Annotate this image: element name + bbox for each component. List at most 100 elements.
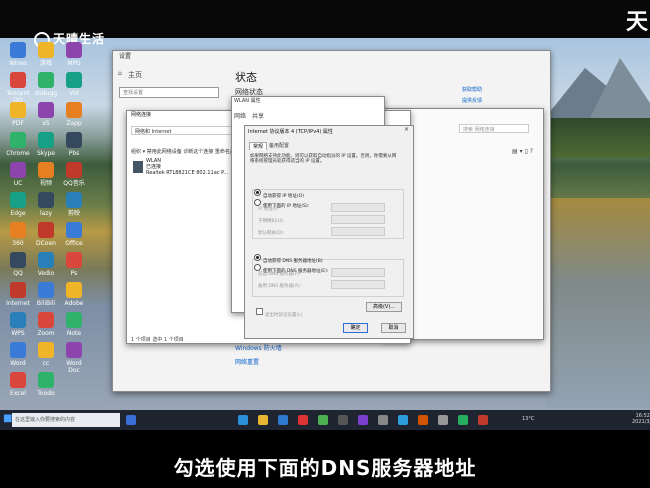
taskbar-clock[interactable]: 16:522021/3/2	[632, 413, 650, 425]
desktop-icon[interactable]: cc	[32, 342, 60, 367]
desktop-icon[interactable]: Word Doc	[60, 342, 88, 374]
desktop-icon[interactable]: Pbs	[60, 132, 88, 157]
cancel-button[interactable]: 取消	[381, 323, 406, 333]
app-icon[interactable]	[318, 415, 328, 425]
desktop-app-icon[interactable]	[10, 42, 26, 58]
wifi-adapter-icon[interactable]	[133, 161, 143, 173]
weather-temperature[interactable]: 13°C	[522, 416, 534, 422]
desktop-icon[interactable]: BiliBili	[32, 282, 60, 307]
desktop-icon[interactable]: MPG	[60, 42, 88, 67]
desktop-icon[interactable]: UC	[4, 162, 32, 187]
desktop-app-icon[interactable]	[10, 252, 26, 268]
desktop-app-icon[interactable]	[66, 72, 82, 88]
desktop-app-icon[interactable]	[38, 132, 54, 148]
desktop-app-icon[interactable]	[10, 192, 26, 208]
settings-home-label[interactable]: 主页	[128, 70, 142, 80]
desktop-icon[interactable]: PDF	[4, 102, 32, 127]
desktop-icon[interactable]: lazy	[32, 192, 60, 217]
store-icon[interactable]	[278, 415, 288, 425]
desktop-app-icon[interactable]	[66, 132, 82, 148]
desktop-app-icon[interactable]	[66, 192, 82, 208]
taskbar-search-input[interactable]: 在这里输入你要搜索的内容	[12, 413, 120, 427]
network-icon[interactable]	[338, 415, 348, 425]
desktop-app-icon[interactable]	[66, 42, 82, 58]
windows-firewall-link[interactable]: Windows 防火墙	[235, 343, 282, 352]
network-toolbar[interactable]: 组织 ▾ 禁用此网络设备 诊断这个连接 重命名此连接	[131, 148, 245, 155]
desktop-icon[interactable]: x5	[32, 102, 60, 127]
desktop-icon[interactable]: Skype	[32, 132, 60, 157]
app-icon[interactable]	[458, 415, 468, 425]
desktop-icon[interactable]: Excel	[4, 372, 32, 397]
subnet-mask-field[interactable]	[331, 215, 385, 224]
desktop-icon[interactable]: QQ	[4, 252, 32, 277]
desktop-icon[interactable]: Internet	[4, 282, 32, 307]
desktop-app-icon[interactable]	[10, 372, 26, 388]
tab-general[interactable]: 常规	[249, 142, 268, 150]
desktop-icon[interactable]: Ps	[60, 252, 88, 277]
desktop-app-icon[interactable]	[38, 282, 54, 298]
app-icon[interactable]	[398, 415, 408, 425]
desktop-app-icon[interactable]	[38, 252, 54, 268]
desktop-app-icon[interactable]	[10, 342, 26, 358]
wlan-tab-sharing[interactable]: 共享	[252, 111, 264, 120]
desktop-icon[interactable]: WPS	[4, 312, 32, 337]
checkbox-box[interactable]	[256, 308, 263, 315]
desktop-app-icon[interactable]	[38, 312, 54, 328]
desktop-app-icon[interactable]	[38, 102, 54, 118]
desktop-icon[interactable]: 视频	[32, 162, 60, 187]
wifi-adapter-item[interactable]: WLAN 已连接 Realtek RTL8821CE 802.11ac P...	[146, 158, 228, 176]
desktop-icon[interactable]: Zapp	[60, 102, 88, 127]
validate-checkbox[interactable]: 退出时验证设置(L)	[256, 301, 303, 320]
desktop-icon[interactable]: 360	[4, 222, 32, 247]
desktop-app-icon[interactable]	[10, 312, 26, 328]
desktop-app-icon[interactable]	[66, 282, 82, 298]
desktop-app-icon[interactable]	[66, 312, 82, 328]
desktop-app-icon[interactable]	[10, 222, 26, 238]
network-reset-link[interactable]: 网络重置	[235, 357, 259, 366]
ok-button[interactable]: 确定	[343, 323, 368, 333]
desktop-app-icon[interactable]	[66, 102, 82, 118]
desktop-icon[interactable]: Note	[60, 312, 88, 337]
desktop-app-icon[interactable]	[10, 132, 26, 148]
desktop-icon[interactable]: Office	[60, 222, 88, 247]
desktop-icon[interactable]: Wines	[4, 42, 32, 67]
desktop-icon[interactable]: 剪映	[60, 192, 88, 217]
radio-manual-ip-indicator[interactable]	[254, 199, 261, 206]
preferred-dns-field[interactable]	[331, 268, 385, 277]
desktop-app-icon[interactable]	[10, 162, 26, 178]
desktop-app-icon[interactable]	[10, 102, 26, 118]
desktop-app-icon[interactable]	[38, 342, 54, 358]
ip-address-field[interactable]	[331, 203, 385, 212]
app-icon[interactable]	[418, 415, 428, 425]
app-icon[interactable]	[358, 415, 368, 425]
desktop-icon[interactable]: Toodo	[32, 372, 60, 397]
desktop-icon[interactable]: DCoen	[32, 222, 60, 247]
view-options-icon[interactable]: ▤ ▾ ▯ ?	[512, 148, 533, 155]
app-icon[interactable]	[478, 415, 488, 425]
radio-manual-dns-indicator[interactable]	[254, 264, 261, 271]
get-help-link[interactable]: 获取帮助	[462, 86, 482, 93]
desktop-icon[interactable]: Chrome	[4, 132, 32, 157]
desktop-app-icon[interactable]	[66, 342, 82, 358]
desktop-app-icon[interactable]	[38, 72, 54, 88]
settings-search-input[interactable]: 查找设置	[119, 87, 219, 98]
desktop-app-icon[interactable]	[38, 192, 54, 208]
desktop-app-icon[interactable]	[38, 372, 54, 388]
desktop-app-icon[interactable]	[66, 222, 82, 238]
home-icon[interactable]: ⌂	[118, 70, 122, 77]
default-gateway-field[interactable]	[331, 227, 385, 236]
task-view-icon[interactable]	[126, 415, 136, 425]
tab-alternate-config[interactable]: 备用配置	[266, 142, 292, 149]
alternate-dns-field[interactable]	[331, 280, 385, 289]
desktop-icon[interactable]: Tencent QQ	[4, 72, 32, 104]
desktop-app-icon[interactable]	[10, 72, 26, 88]
advanced-button[interactable]: 高级(V)...	[366, 302, 402, 312]
network-search-input[interactable]: 搜索 网络连接	[459, 124, 529, 133]
desktop-icon[interactable]: Vid	[60, 72, 88, 97]
give-feedback-link[interactable]: 提供反馈	[462, 97, 482, 104]
desktop-icon[interactable]: Vedio	[32, 252, 60, 277]
settings-gear-icon[interactable]	[438, 415, 448, 425]
desktop-icon[interactable]: Edge	[4, 192, 32, 217]
desktop-icon[interactable]: Adobe	[60, 282, 88, 307]
desktop-icon[interactable]: QQ音乐	[60, 162, 88, 187]
